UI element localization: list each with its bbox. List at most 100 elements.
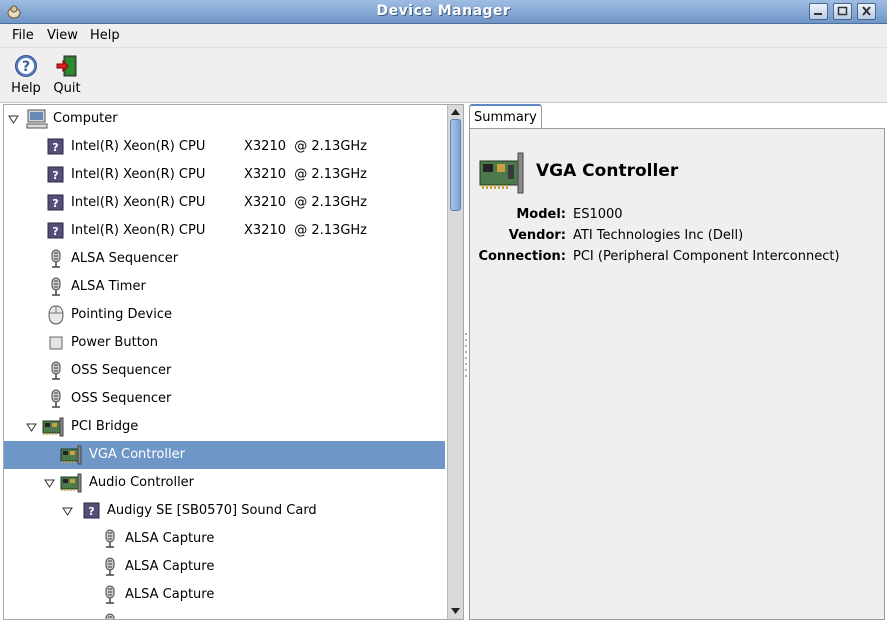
pci-card-icon xyxy=(42,417,64,437)
tree-detail: X3210 @ 2.13GHz xyxy=(244,139,368,154)
tree-row-cpu[interactable]: ? Intel(R) Xeon(R) CPU X3210 @ 2.13GHz xyxy=(4,217,445,245)
help-icon: ? xyxy=(15,55,37,77)
menu-view[interactable]: View xyxy=(47,28,78,43)
unknown-device-icon: ? xyxy=(47,166,64,183)
unknown-device-icon: ? xyxy=(47,222,64,239)
expander-expanded-icon[interactable] xyxy=(26,422,37,433)
window-title: Device Manager xyxy=(376,3,511,19)
help-tool-label: Help xyxy=(11,81,41,96)
microphone-icon xyxy=(105,557,115,576)
mouse-icon xyxy=(48,305,64,325)
tree-label: Audigy SE [SB0570] Sound Card xyxy=(107,503,317,518)
device-details-panel: VGA Controller Model: ES1000 Vendor: ATI… xyxy=(469,128,885,620)
close-icon xyxy=(862,6,871,16)
model-value: ES1000 xyxy=(573,207,623,222)
tree-label: ALSA Capture xyxy=(125,531,215,546)
tree-label: PCI Bridge xyxy=(71,419,139,434)
tree-label: OSS Sequencer xyxy=(71,391,172,406)
unknown-device-icon: ? xyxy=(47,138,64,155)
vendor-label: Vendor: xyxy=(508,228,566,243)
tree-row-pci-bridge[interactable]: PCI Bridge xyxy=(4,413,445,441)
svg-text:?: ? xyxy=(22,59,30,75)
svg-text:?: ? xyxy=(88,505,94,518)
svg-text:?: ? xyxy=(52,225,58,238)
unknown-device-icon: ? xyxy=(83,502,100,519)
microphone-icon xyxy=(51,249,61,268)
computer-icon xyxy=(26,109,48,129)
microphone-icon xyxy=(105,529,115,548)
model-label: Model: xyxy=(516,207,566,222)
quit-tool-label: Quit xyxy=(53,81,81,96)
pci-card-icon xyxy=(60,473,82,493)
menu-help[interactable]: Help xyxy=(90,28,120,43)
maximize-icon xyxy=(837,6,848,16)
tab-summary[interactable]: Summary xyxy=(469,104,542,129)
tree-detail: X3210 @ 2.13GHz xyxy=(244,223,368,238)
expander-expanded-icon[interactable] xyxy=(8,114,19,125)
tree-label: Pointing Device xyxy=(71,307,172,322)
title-bar: Device Manager xyxy=(0,0,887,24)
tree-label: VGA Controller xyxy=(89,447,185,462)
device-tree[interactable]: Computer ? Intel(R) Xeon(R) CPU X3210 @ … xyxy=(3,104,464,620)
microphone-icon xyxy=(51,277,61,296)
tree-row-vga-controller[interactable]: VGA Controller xyxy=(4,441,445,469)
tree-row-alsa-sequencer[interactable]: ALSA Sequencer xyxy=(4,245,445,273)
tree-label: Intel(R) Xeon(R) CPU xyxy=(71,167,206,182)
tree-row-alsa-capture[interactable]: ALSA Capture xyxy=(4,581,445,609)
tree-row-computer[interactable]: Computer xyxy=(4,105,445,133)
expander-expanded-icon[interactable] xyxy=(62,506,73,517)
menu-help-label: Help xyxy=(90,28,120,43)
close-button[interactable] xyxy=(857,3,876,20)
tree-row-cpu[interactable]: ? Intel(R) Xeon(R) CPU X3210 @ 2.13GHz xyxy=(4,161,445,189)
help-tool-button[interactable]: ? Help xyxy=(6,54,46,96)
tree-label: Audio Controller xyxy=(89,475,195,490)
pci-card-icon xyxy=(60,445,82,465)
tree-label: ALSA Sequencer xyxy=(71,251,179,266)
pane-splitter-handle[interactable] xyxy=(464,330,468,380)
tree-row-cpu[interactable]: ? Intel(R) Xeon(R) CPU X3210 @ 2.13GHz xyxy=(4,133,445,161)
quit-icon xyxy=(56,55,77,77)
menu-bar: File View Help xyxy=(0,24,887,48)
power-button-icon xyxy=(49,336,63,350)
tree-row-oss-sequencer[interactable]: OSS Sequencer xyxy=(4,357,445,385)
device-title: VGA Controller xyxy=(536,161,679,181)
microphone-icon xyxy=(105,585,115,604)
tree-row-sound-card[interactable]: ? Audigy SE [SB0570] Sound Card xyxy=(4,497,445,525)
connection-value: PCI (Peripheral Component Interconnect) xyxy=(573,249,840,264)
svg-text:?: ? xyxy=(52,197,58,210)
maximize-button[interactable] xyxy=(833,3,852,20)
tree-label: Intel(R) Xeon(R) CPU xyxy=(71,195,206,210)
scroll-up-icon[interactable] xyxy=(449,106,462,118)
scroll-down-icon[interactable] xyxy=(449,605,462,617)
tree-row-partial[interactable] xyxy=(4,609,445,619)
scrollbar-thumb[interactable] xyxy=(450,119,461,211)
tree-row-cpu[interactable]: ? Intel(R) Xeon(R) CPU X3210 @ 2.13GHz xyxy=(4,189,445,217)
svg-text:?: ? xyxy=(52,169,58,182)
minimize-icon xyxy=(814,13,822,15)
tree-label: OSS Sequencer xyxy=(71,363,172,378)
microphone-icon xyxy=(51,361,61,380)
tree-row-pointing-device[interactable]: Pointing Device xyxy=(4,301,445,329)
tree-row-oss-sequencer[interactable]: OSS Sequencer xyxy=(4,385,445,413)
tree-row-alsa-capture[interactable]: ALSA Capture xyxy=(4,553,445,581)
tree-label: Computer xyxy=(53,111,118,126)
microphone-icon xyxy=(51,389,61,408)
tree-row-alsa-timer[interactable]: ALSA Timer xyxy=(4,273,445,301)
menu-file-label: File xyxy=(12,28,34,43)
tree-row-power-button[interactable]: Power Button xyxy=(4,329,445,357)
unknown-device-icon: ? xyxy=(47,194,64,211)
tree-scrollbar[interactable] xyxy=(447,105,463,619)
tree-label: ALSA Timer xyxy=(71,279,146,294)
minimize-button[interactable] xyxy=(809,3,828,20)
tree-label: Intel(R) Xeon(R) CPU xyxy=(71,139,206,154)
tree-label: Intel(R) Xeon(R) CPU xyxy=(71,223,206,238)
vendor-value: ATI Technologies Inc (Dell) xyxy=(573,228,744,243)
quit-tool-button[interactable]: Quit xyxy=(47,54,87,96)
tree-row-alsa-capture[interactable]: ALSA Capture xyxy=(4,525,445,553)
tree-row-audio-controller[interactable]: Audio Controller xyxy=(4,469,445,497)
expander-expanded-icon[interactable] xyxy=(44,478,55,489)
tree-label: ALSA Capture xyxy=(125,559,215,574)
toolbar: ? Help Quit xyxy=(0,48,887,103)
menu-file[interactable]: File xyxy=(12,28,34,43)
microphone-icon xyxy=(105,613,115,619)
